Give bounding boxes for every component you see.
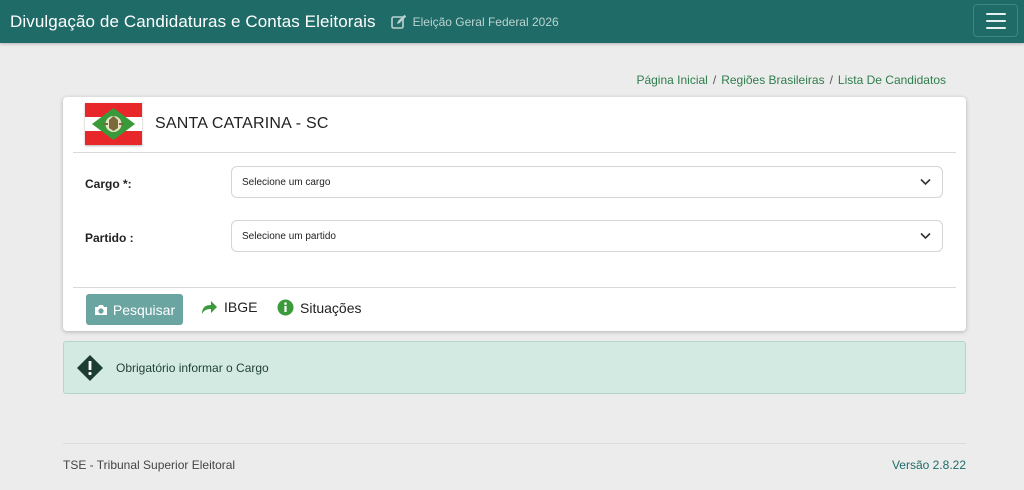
cargo-select-value: Selecione um cargo <box>242 176 331 188</box>
edit-icon <box>390 14 406 29</box>
menu-bar-icon <box>985 19 1006 22</box>
partido-select-value: Selecione um partido <box>242 230 336 242</box>
breadcrumb-separator: / <box>829 73 833 87</box>
ibge-label: IBGE <box>224 299 258 315</box>
situacoes-label: Situações <box>300 299 362 316</box>
alert-text: Obrigatório informar o Cargo <box>116 360 269 375</box>
state-name: SANTA CATARINA - SC <box>155 115 329 132</box>
breadcrumb-candidates: Lista De Candidatos <box>837 73 946 87</box>
share-arrow-icon <box>202 300 217 314</box>
breadcrumb-separator: / <box>712 73 717 87</box>
footer-divider <box>63 443 966 444</box>
situacoes-link[interactable]: Situações <box>277 299 361 316</box>
breadcrumb-regions[interactable]: Regiões Brasileiras <box>721 73 824 87</box>
search-card: SANTA CATARINA - SC Cargo *: Selecione u… <box>63 97 966 331</box>
santa-catarina-flag-icon <box>85 103 142 145</box>
search-button[interactable]: Pesquisar <box>86 294 183 325</box>
app-title[interactable]: Divulgação de Candidaturas e Contas Elei… <box>10 12 376 32</box>
election-selector[interactable]: Eleição Geral Federal 2026 <box>390 14 559 29</box>
warning-diamond-icon <box>77 354 103 381</box>
menu-bar-icon <box>985 12 1006 15</box>
search-button-label: Pesquisar <box>112 301 176 318</box>
footer-version: Versão 2.8.22 <box>891 458 966 472</box>
menu-bar-icon <box>985 26 1006 29</box>
hamburger-menu-button[interactable] <box>973 4 1018 37</box>
chevron-down-icon <box>920 178 931 186</box>
state-header: SANTA CATARINA - SC <box>85 103 329 145</box>
ibge-link[interactable]: IBGE <box>201 299 257 315</box>
camera-icon <box>94 304 107 315</box>
partido-label: Partido : <box>85 231 134 245</box>
top-navbar: Divulgação de Candidaturas e Contas Elei… <box>0 0 1024 43</box>
breadcrumb-home[interactable]: Página Inicial <box>636 73 707 87</box>
election-label: Eleição Geral Federal 2026 <box>412 14 559 29</box>
chevron-down-icon <box>920 232 931 240</box>
cargo-select[interactable]: Selecione um cargo <box>231 166 943 198</box>
divider <box>73 287 956 288</box>
alert-message-box: Obrigatório informar o Cargo <box>63 341 966 394</box>
partido-select[interactable]: Selecione um partido <box>231 220 943 252</box>
footer-organization: TSE - Tribunal Superior Eleitoral <box>63 458 236 472</box>
info-icon <box>277 299 294 316</box>
divider <box>73 152 956 153</box>
cargo-label: Cargo *: <box>85 177 132 191</box>
breadcrumb: Página Inicial / Regiões Brasileiras / L… <box>636 73 946 87</box>
